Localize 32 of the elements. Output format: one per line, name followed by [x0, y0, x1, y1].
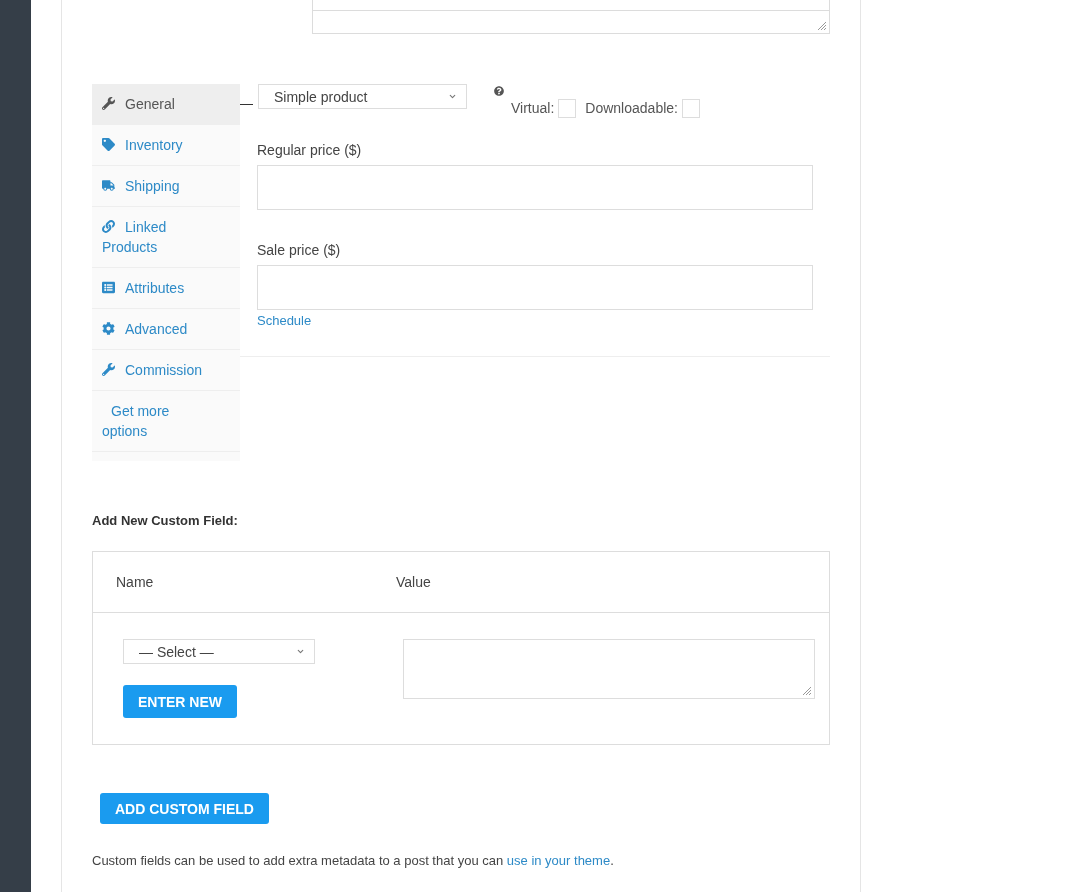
enter-new-button[interactable]: ENTER NEW: [123, 685, 237, 718]
resize-grip-icon[interactable]: [817, 21, 827, 31]
price-input-field[interactable]: [257, 165, 813, 210]
text-area-field[interactable]: [312, 0, 830, 34]
tag-icon: [102, 138, 115, 151]
option-label: Virtual:: [511, 98, 555, 118]
field-label: Regular price ($): [257, 141, 363, 160]
checkbox[interactable]: [681, 99, 700, 118]
truck-icon: [102, 179, 115, 192]
tab[interactable]: General: [92, 84, 240, 125]
add-custom-field-button[interactable]: ADD CUSTOM FIELD: [100, 793, 269, 824]
name-select[interactable]: — Select —: [123, 639, 315, 664]
chevron-down-icon: [448, 92, 457, 101]
section-title: Add New Custom Field:: [92, 512, 239, 530]
option-label: Downloadable:: [585, 98, 678, 118]
product-type-select[interactable]: Simple product: [258, 84, 467, 109]
field-label: Sale price ($): [257, 241, 342, 260]
checkbox[interactable]: [558, 99, 577, 118]
help-icon[interactable]: [494, 86, 504, 96]
column-header: Name: [115, 574, 155, 590]
value-field[interactable]: [403, 639, 815, 699]
column-header: Value: [395, 574, 432, 590]
price-input-field[interactable]: [257, 265, 813, 310]
wrench-icon: [102, 363, 115, 376]
resize-grip-icon[interactable]: [802, 686, 812, 696]
schedule-link[interactable]: Schedule: [257, 312, 312, 330]
chevron-down-icon: [296, 647, 305, 656]
settings-icon: [102, 322, 115, 335]
wrench-icon: [102, 97, 115, 110]
list-icon: [102, 281, 115, 294]
link-icon: [102, 220, 115, 233]
help-text: Custom fields can be used to add extra metadata to a post that you can use in your theme.: [92, 852, 615, 870]
